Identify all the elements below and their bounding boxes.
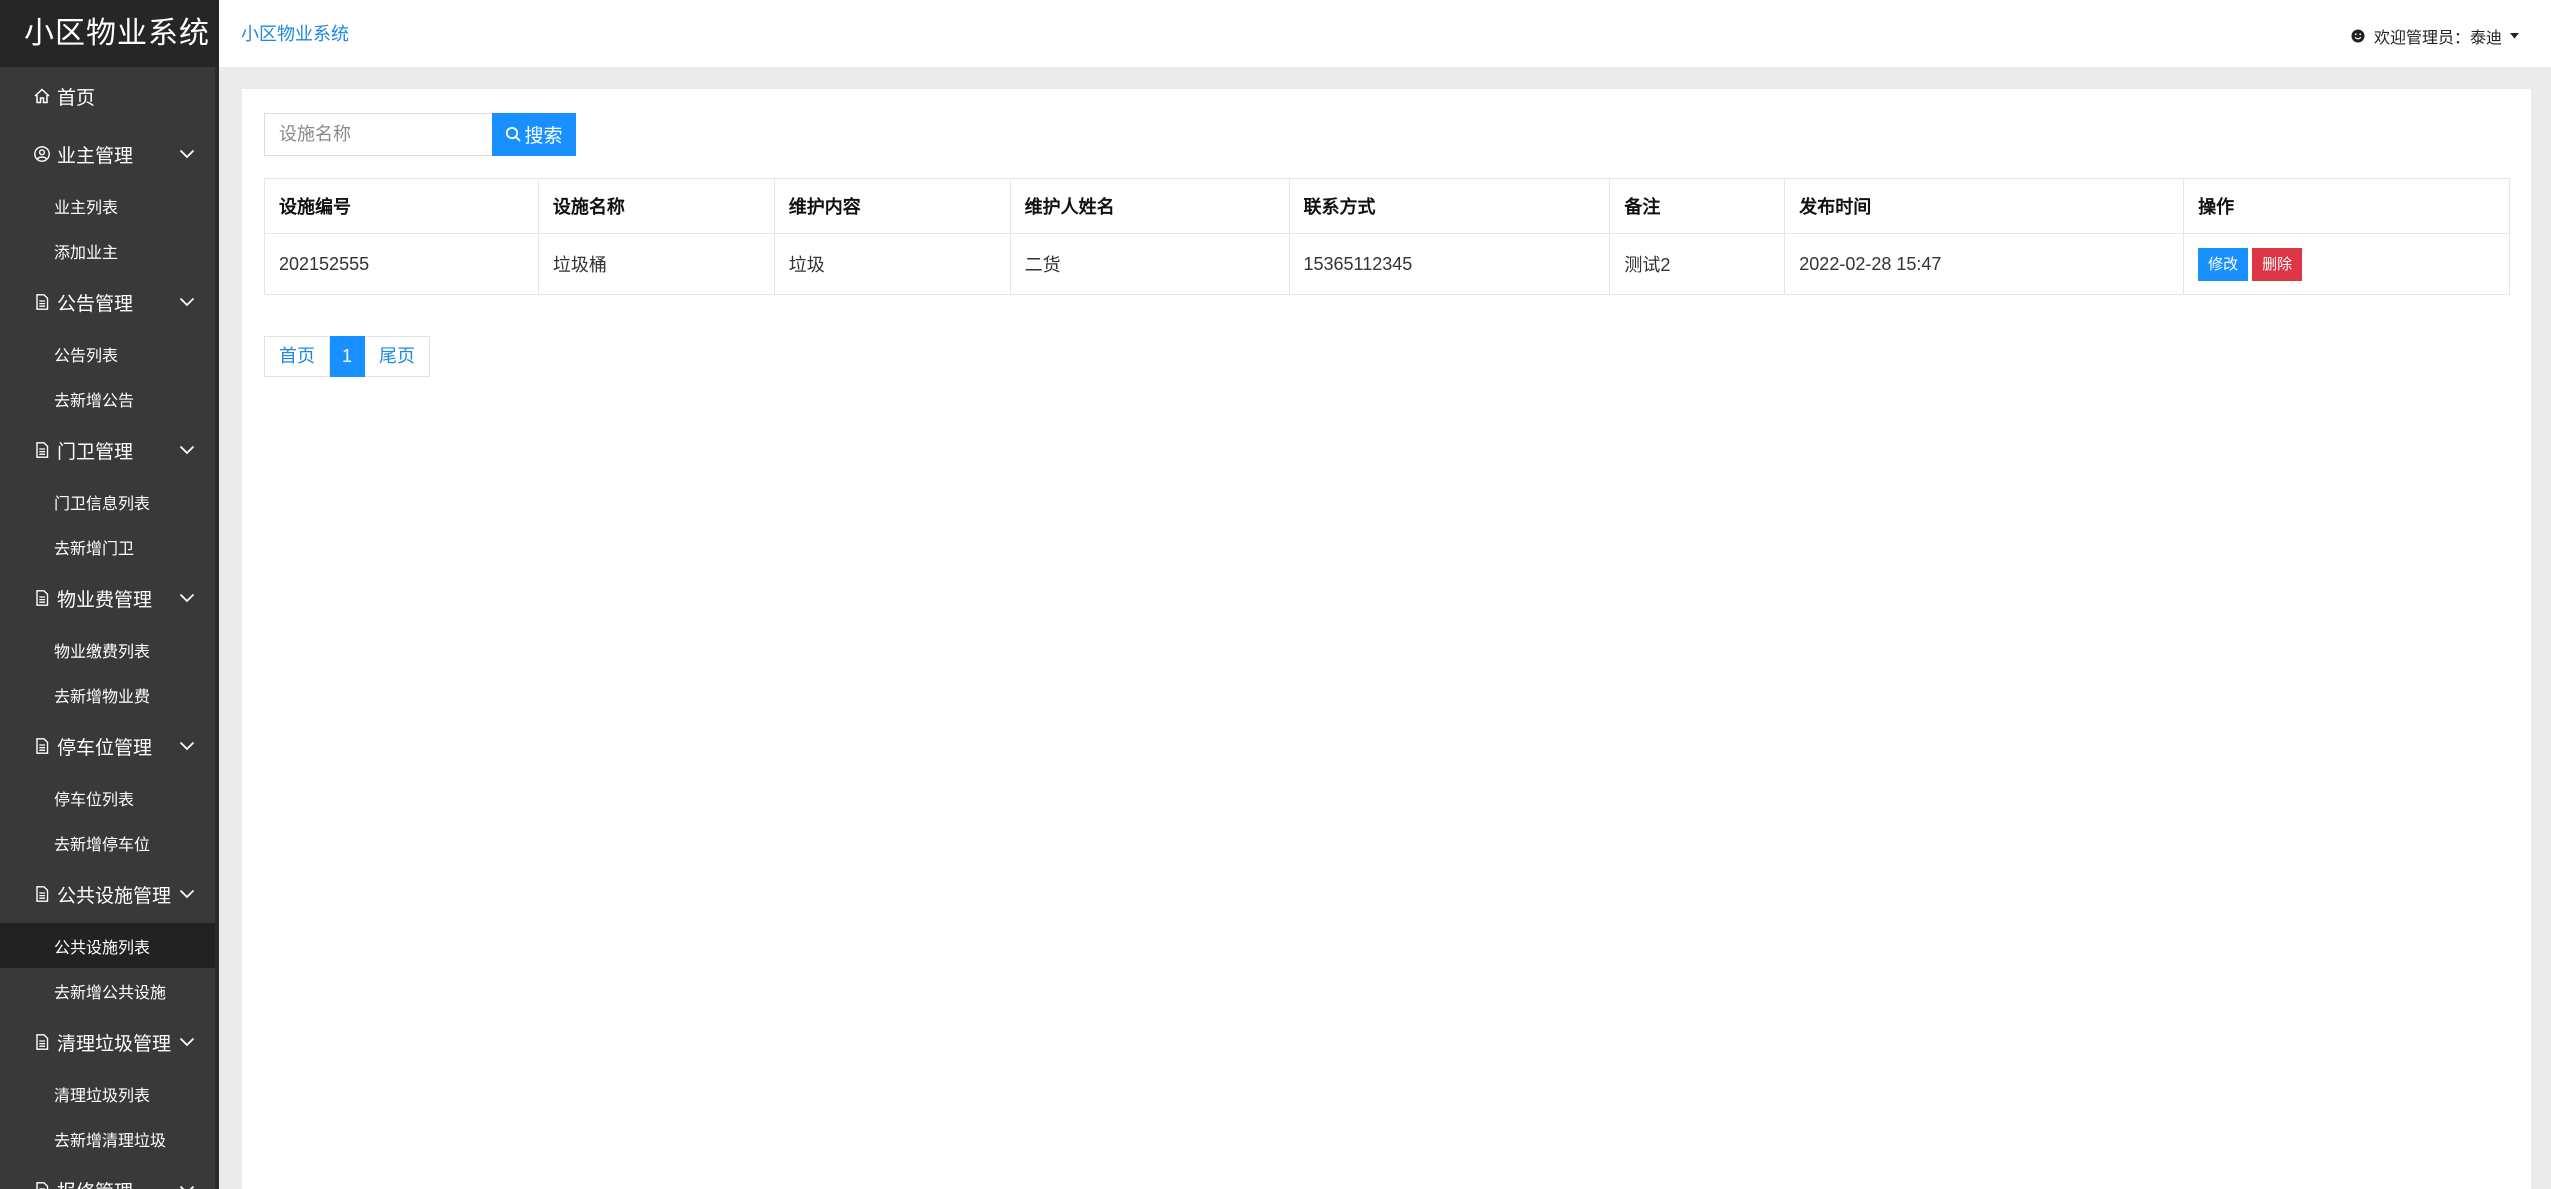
column-header: 备注 — [1609, 178, 1786, 234]
sidebar-item-add-parking[interactable]: 去新增停车位 — [0, 820, 219, 865]
sidebar: 小区物业系统 首页 业主管理 业主列表 添加业主 公告管理 公告列表 去新增公告… — [0, 0, 219, 1189]
smiley-icon — [2351, 29, 2365, 43]
sidebar-group-label: 门卫管理 — [57, 441, 134, 463]
column-header: 联系方式 — [1288, 178, 1611, 234]
app-root: 小区物业系统 首页 业主管理 业主列表 添加业主 公告管理 公告列表 去新增公告… — [0, 0, 2551, 1189]
table-header-row: 设施编号 设施名称 维护内容 维护人姓名 联系方式 备注 发布时间 操作 — [264, 178, 2510, 234]
document-icon — [33, 1033, 51, 1051]
search-icon — [505, 126, 522, 143]
sidebar-group-garbage[interactable]: 清理垃圾管理 — [0, 1013, 219, 1071]
sidebar-group-label: 停车位管理 — [57, 737, 153, 759]
chevron-down-icon — [179, 1185, 195, 1189]
column-header: 发布时间 — [1784, 178, 2185, 234]
user-circle-icon — [33, 145, 51, 163]
welcome-text: 欢迎管理员：泰迪 — [2373, 30, 2502, 47]
page-last[interactable]: 尾页 — [365, 336, 431, 377]
document-icon — [33, 1181, 51, 1189]
delete-button[interactable]: 删除 — [2252, 247, 2303, 281]
sidebar-item-add-owner[interactable]: 添加业主 — [0, 228, 219, 273]
sidebar-group-label: 公共设施管理 — [57, 885, 172, 907]
sidebar-group-repair[interactable]: 报修管理 — [0, 1161, 219, 1189]
main-panel: 搜索 设施编号 设施名称 维护内容 维护人姓名 联系方式 备注 发布时间 操作 — [242, 89, 2531, 1189]
sidebar-item-add-fee[interactable]: 去新增物业费 — [0, 672, 219, 717]
sidebar-item-fee-list[interactable]: 物业缴费列表 — [0, 627, 219, 672]
column-header: 操作 — [2183, 178, 2510, 234]
sidebar-item-label: 首页 — [57, 87, 96, 109]
caret-down-icon — [2510, 33, 2519, 39]
brand-title: 小区物业系统 — [0, 0, 219, 67]
sidebar-group-parking[interactable]: 停车位管理 — [0, 717, 219, 775]
document-icon — [33, 885, 51, 903]
cell-maintenance-content: 垃圾 — [773, 233, 1011, 295]
column-header: 设施编号 — [264, 178, 539, 234]
sidebar-item-add-garbage[interactable]: 去新增清理垃圾 — [0, 1116, 219, 1161]
column-header: 设施名称 — [537, 178, 775, 234]
cell-facility-id: 202152555 — [264, 233, 539, 295]
sidebar-group-label: 清理垃圾管理 — [57, 1033, 172, 1055]
sidebar-item-add-notice[interactable]: 去新增公告 — [0, 376, 219, 421]
chevron-down-icon — [179, 889, 195, 899]
page-current[interactable]: 1 — [330, 336, 366, 377]
sidebar-group-owner[interactable]: 业主管理 — [0, 125, 219, 183]
sidebar-nav: 首页 业主管理 业主列表 添加业主 公告管理 公告列表 去新增公告 门卫管理 门… — [0, 67, 219, 1189]
sidebar-item-garbage-list[interactable]: 清理垃圾列表 — [0, 1071, 219, 1116]
sidebar-item-facility-list[interactable]: 公共设施列表 — [0, 923, 219, 968]
chevron-down-icon — [179, 149, 195, 159]
cell-facility-name: 垃圾桶 — [537, 233, 775, 295]
cell-publish-time: 2022-02-28 15:47 — [1784, 233, 2185, 295]
table-row: 202152555 垃圾桶 垃圾 二货 15365112345 测试2 2022… — [264, 233, 2510, 295]
page-first[interactable]: 首页 — [264, 336, 330, 377]
chevron-down-icon — [179, 445, 195, 455]
document-icon — [33, 737, 51, 755]
sidebar-item-owner-list[interactable]: 业主列表 — [0, 183, 219, 228]
search-button[interactable]: 搜索 — [492, 113, 576, 156]
sidebar-group-guard[interactable]: 门卫管理 — [0, 421, 219, 479]
sidebar-item-guard-list[interactable]: 门卫信息列表 — [0, 479, 219, 524]
sidebar-item-add-guard[interactable]: 去新增门卫 — [0, 524, 219, 569]
sidebar-group-label: 业主管理 — [57, 145, 134, 167]
cell-remark: 测试2 — [1609, 233, 1786, 295]
sidebar-scrollbar[interactable] — [215, 67, 219, 1189]
cell-phone: 15365112345 — [1288, 233, 1611, 295]
sidebar-group-property-fee[interactable]: 物业费管理 — [0, 569, 219, 627]
sidebar-group-facility[interactable]: 公共设施管理 — [0, 865, 219, 923]
home-icon — [33, 87, 51, 105]
column-header: 维护内容 — [773, 178, 1011, 234]
sidebar-group-notice[interactable]: 公告管理 — [0, 273, 219, 331]
sidebar-item-parking-list[interactable]: 停车位列表 — [0, 775, 219, 820]
sidebar-group-label: 报修管理 — [57, 1177, 133, 1189]
chevron-down-icon — [179, 297, 195, 307]
column-header: 维护人姓名 — [1009, 178, 1290, 234]
search-bar: 搜索 — [264, 113, 576, 156]
user-menu[interactable]: 欢迎管理员：泰迪 — [2351, 24, 2519, 48]
search-input[interactable] — [264, 113, 492, 156]
cell-actions: 修改 删除 — [2183, 233, 2510, 295]
document-icon — [33, 589, 51, 607]
sidebar-item-notice-list[interactable]: 公告列表 — [0, 331, 219, 376]
sidebar-group-label: 公告管理 — [57, 293, 134, 315]
sidebar-item-add-facility[interactable]: 去新增公共设施 — [0, 968, 219, 1013]
document-icon — [33, 441, 51, 459]
facility-table: 设施编号 设施名称 维护内容 维护人姓名 联系方式 备注 发布时间 操作 202… — [264, 178, 2510, 295]
search-button-label: 搜索 — [524, 126, 563, 147]
chevron-down-icon — [179, 1037, 195, 1047]
sidebar-group-label: 物业费管理 — [57, 589, 153, 611]
chevron-down-icon — [179, 593, 195, 603]
pagination: 首页 1 尾页 — [264, 336, 431, 377]
chevron-down-icon — [179, 741, 195, 751]
top-bar: 小区物业系统 欢迎管理员：泰迪 — [219, 0, 2551, 67]
cell-maintainer-name: 二货 — [1009, 233, 1290, 295]
breadcrumb-link[interactable]: 小区物业系统 — [241, 20, 349, 46]
sidebar-item-home[interactable]: 首页 — [0, 67, 219, 125]
document-icon — [33, 293, 51, 311]
edit-button[interactable]: 修改 — [2198, 247, 2249, 281]
